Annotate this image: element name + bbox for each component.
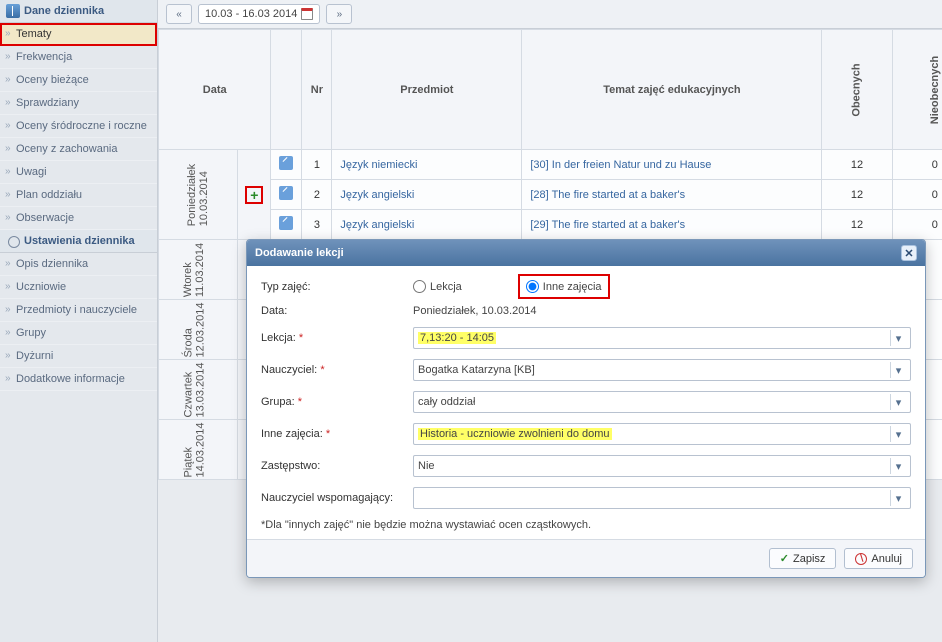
row-sub: Zastępstwo: Nie ▾: [261, 455, 911, 477]
dialog-title: Dodawanie lekcji: [255, 247, 344, 259]
row-assist: Nauczyciel wspomagający: ▾: [261, 487, 911, 509]
row-type: Typ zajęć: Lekcja Inne zajęcia: [261, 278, 911, 295]
teacher-value: Bogatka Katarzyna [KB]: [418, 364, 535, 376]
other-field[interactable]: Historia - uczniowie zwolnieni do domu ▾: [413, 423, 911, 445]
save-button[interactable]: ✓ Zapisz: [769, 548, 837, 569]
other-value: Historia - uczniowie zwolnieni do domu: [418, 428, 612, 440]
save-label: Zapisz: [793, 553, 825, 565]
dialog-footer: ✓ Zapisz ∖ Anuluj: [247, 539, 925, 577]
cancel-icon: ∖: [855, 553, 867, 565]
cancel-label: Anuluj: [871, 553, 902, 565]
close-icon[interactable]: ✕: [901, 245, 917, 261]
add-lesson-dialog: Dodawanie lekcji ✕ Typ zajęć: Lekcja Inn…: [246, 239, 926, 578]
dialog-overlay: Dodawanie lekcji ✕ Typ zajęć: Lekcja Inn…: [0, 0, 942, 642]
group-field[interactable]: cały oddział ▾: [413, 391, 911, 413]
sub-field[interactable]: Nie ▾: [413, 455, 911, 477]
chevron-down-icon[interactable]: ▾: [890, 394, 906, 410]
row-group: Grupa: * cały oddział ▾: [261, 391, 911, 413]
radio-inne-input[interactable]: [526, 280, 539, 293]
teacher-field[interactable]: Bogatka Katarzyna [KB] ▾: [413, 359, 911, 381]
sub-label: Zastępstwo:: [261, 460, 401, 472]
slot-field[interactable]: 7,13:20 - 14:05 ▾: [413, 327, 911, 349]
row-date: Data: Poniedziałek, 10.03.2014: [261, 305, 911, 317]
radio-lekcja[interactable]: Lekcja: [413, 280, 462, 293]
teacher-label: Nauczyciel: *: [261, 364, 401, 376]
row-other: Inne zajęcia: * Historia - uczniowie zwo…: [261, 423, 911, 445]
assist-label: Nauczyciel wspomagający:: [261, 492, 401, 504]
group-value: cały oddział: [418, 396, 475, 408]
dialog-body: Typ zajęć: Lekcja Inne zajęcia Data: Pon…: [247, 266, 925, 539]
group-label: Grupa: *: [261, 396, 401, 408]
radio-inne[interactable]: Inne zajęcia: [522, 278, 606, 295]
chevron-down-icon[interactable]: ▾: [890, 458, 906, 474]
radio-lekcja-label: Lekcja: [430, 281, 462, 293]
sub-value: Nie: [418, 460, 435, 472]
type-label: Typ zajęć:: [261, 281, 401, 293]
radio-inne-label: Inne zajęcia: [543, 281, 602, 293]
check-icon: ✓: [780, 552, 789, 565]
slot-value: 7,13:20 - 14:05: [418, 332, 496, 344]
slot-label: Lekcja: *: [261, 332, 401, 344]
cancel-button[interactable]: ∖ Anuluj: [844, 548, 913, 569]
chevron-down-icon[interactable]: ▾: [890, 490, 906, 506]
chevron-down-icon[interactable]: ▾: [890, 362, 906, 378]
radio-lekcja-input[interactable]: [413, 280, 426, 293]
row-slot: Lekcja: * 7,13:20 - 14:05 ▾: [261, 327, 911, 349]
date-value: Poniedziałek, 10.03.2014: [413, 305, 537, 317]
dialog-note: *Dla "innych zajęć" nie będzie można wys…: [261, 519, 911, 531]
chevron-down-icon[interactable]: ▾: [890, 426, 906, 442]
date-label: Data:: [261, 305, 401, 317]
chevron-down-icon[interactable]: ▾: [890, 330, 906, 346]
assist-field[interactable]: ▾: [413, 487, 911, 509]
row-teacher: Nauczyciel: * Bogatka Katarzyna [KB] ▾: [261, 359, 911, 381]
dialog-title-bar: Dodawanie lekcji ✕: [247, 240, 925, 266]
other-label: Inne zajęcia: *: [261, 428, 401, 440]
type-radios: Lekcja Inne zajęcia: [413, 278, 606, 295]
